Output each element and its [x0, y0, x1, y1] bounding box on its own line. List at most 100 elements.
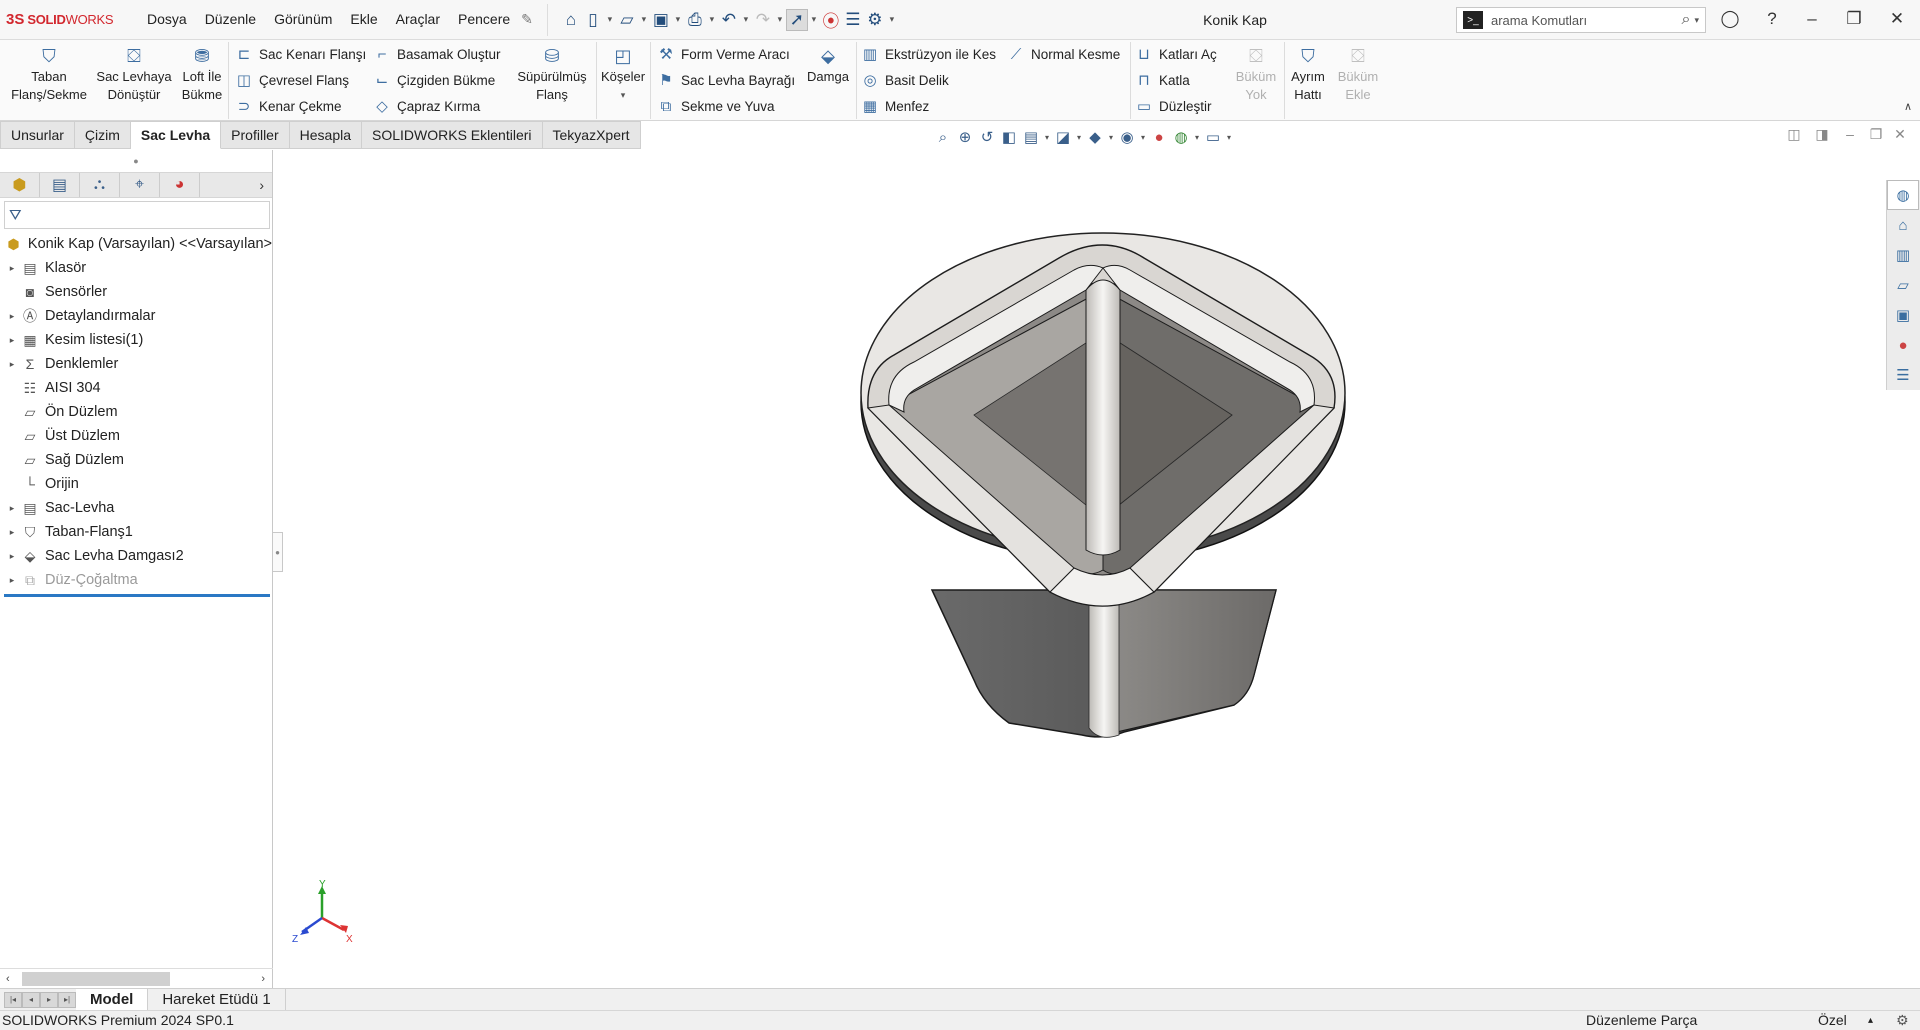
panel-grip-icon[interactable]: ●: [0, 150, 272, 172]
tab-hesapla[interactable]: Hesapla: [289, 121, 363, 149]
restore-window-icon[interactable]: ❐: [1842, 9, 1866, 29]
minimize-window-icon[interactable]: –: [1800, 9, 1824, 29]
tree-item-detaylandirmalar[interactable]: ▸ Ⓐ Detaylandırmalar: [0, 304, 272, 328]
file-explorer-icon[interactable]: ▱: [1887, 270, 1919, 300]
property-manager-tab-icon[interactable]: ▤: [40, 173, 80, 197]
last-tab-icon[interactable]: ▸|: [58, 991, 76, 1008]
tab-model[interactable]: Model: [76, 988, 149, 1011]
command-search-box[interactable]: >_ arama Komutları ⌕ ▾: [1456, 7, 1706, 33]
redo-dropdown-icon[interactable]: ▾: [774, 14, 786, 25]
graphics-area[interactable]: [274, 150, 1886, 988]
tree-item-sensorler[interactable]: ◙ Sensörler: [0, 280, 272, 304]
solidworks-logo[interactable]: 3S SOLIDWORKS: [0, 11, 138, 28]
expand-arrow-icon[interactable]: ▸: [4, 527, 20, 538]
view-orientation-dropdown-icon[interactable]: ▾: [1074, 133, 1084, 142]
zoom-to-area-icon[interactable]: ⊕: [954, 127, 976, 147]
miter-flange-button[interactable]: ◫ Çevresel Flanş: [234, 68, 349, 92]
menu-pencere[interactable]: Pencere: [449, 11, 519, 28]
convert-to-sheet-metal-button[interactable]: ⛋ Sac Levhaya Dönüştür: [92, 44, 176, 104]
panel-collapse-handle[interactable]: ●: [273, 532, 283, 572]
viewport-restore-icon[interactable]: ❐: [1866, 126, 1886, 143]
flatten-button[interactable]: ▭ Düzleştir: [1134, 94, 1212, 118]
vent-button[interactable]: ▦ Menfez: [860, 94, 929, 118]
insert-bends-button[interactable]: ⛋ Büküm Ekle: [1332, 44, 1384, 104]
home-icon[interactable]: ⌂: [1887, 210, 1919, 240]
corners-dropdown-icon[interactable]: ▾: [621, 86, 626, 104]
user-account-icon[interactable]: ◯: [1718, 9, 1742, 29]
scroll-right-icon[interactable]: ›: [261, 973, 265, 985]
custom-properties-icon[interactable]: ☰: [1887, 360, 1919, 390]
tree-item-duz-cogaltma[interactable]: ▸ ⧉ Düz-Çoğaltma: [0, 568, 272, 592]
viewport-close-icon[interactable]: ✕: [1890, 126, 1910, 143]
lofted-bend-button[interactable]: ⛃ Loft İle Bükme: [176, 44, 228, 104]
menu-ekle[interactable]: Ekle: [341, 11, 386, 28]
cross-break-button[interactable]: ◇ Çapraz Kırma: [372, 94, 480, 118]
rebuild-status-icon[interactable]: ⚙: [1896, 1012, 1909, 1029]
home-icon[interactable]: ⌂: [560, 9, 582, 31]
apply-scene-icon[interactable]: ◍: [1170, 127, 1192, 147]
fold-button[interactable]: ⊓ Katla: [1134, 68, 1190, 92]
search-dropdown-icon[interactable]: ▾: [1694, 15, 1699, 26]
options-dropdown-icon[interactable]: ▾: [886, 14, 898, 25]
redo-icon[interactable]: ↷: [752, 9, 774, 31]
no-bends-button[interactable]: ⛋ Büküm Yok: [1230, 44, 1282, 104]
view-orientation-icon[interactable]: ◪: [1052, 127, 1074, 147]
tree-item-orijin[interactable]: └ Orijin: [0, 472, 272, 496]
tree-item-kesim-listesi[interactable]: ▸ ▦ Kesim listesi(1): [0, 328, 272, 352]
new-document-icon[interactable]: ▯: [582, 9, 604, 31]
hem-button[interactable]: ⊃ Kenar Çekme: [234, 94, 342, 118]
horizontal-scrollbar[interactable]: ‹ ›: [0, 968, 273, 988]
swept-flange-button[interactable]: ⛁ Süpürülmüş Flanş: [512, 44, 592, 104]
display-style-icon[interactable]: ◆: [1084, 127, 1106, 147]
expand-arrow-icon[interactable]: ▸: [4, 359, 20, 370]
corners-button[interactable]: ◰ Köşeler ▾: [598, 44, 648, 104]
tree-item-on-duzlem[interactable]: ▱ Ön Düzlem: [0, 400, 272, 424]
split-view-right-icon[interactable]: ◨: [1812, 126, 1832, 143]
menu-duzenle[interactable]: Düzenle: [196, 11, 265, 28]
select-dropdown-icon[interactable]: ▾: [808, 14, 820, 25]
edit-appearance-icon[interactable]: ●: [1148, 127, 1170, 147]
split-view-left-icon[interactable]: ◫: [1784, 126, 1804, 143]
expand-arrow-icon[interactable]: ▸: [4, 263, 20, 274]
dynamic-annotation-icon[interactable]: ▤: [1020, 127, 1042, 147]
menu-dosya[interactable]: Dosya: [138, 11, 196, 28]
search-input[interactable]: arama Komutları: [1491, 13, 1682, 28]
scrollbar-thumb[interactable]: [22, 972, 170, 986]
design-library-icon[interactable]: ▥: [1887, 240, 1919, 270]
solidworks-resources-icon[interactable]: ◍: [1887, 180, 1919, 210]
select-pointer-icon[interactable]: ➚: [785, 8, 808, 31]
rollback-bar[interactable]: [4, 594, 270, 597]
view-settings-dropdown-icon[interactable]: ▾: [1224, 133, 1234, 142]
save-icon[interactable]: ▣: [650, 9, 672, 31]
status-units[interactable]: Özel: [1818, 1012, 1847, 1028]
tree-item-denklemler[interactable]: ▸ Σ Denklemler: [0, 352, 272, 376]
units-dropdown-icon[interactable]: ▴: [1868, 1015, 1873, 1026]
stamp-button[interactable]: ⬙ Damga: [800, 44, 856, 86]
sketched-bend-button[interactable]: ⌙ Çizgiden Bükme: [372, 68, 496, 92]
scene-dropdown-icon[interactable]: ▾: [1192, 133, 1202, 142]
rebuild-traffic-light-icon[interactable]: ⦿: [820, 9, 842, 31]
tab-sac-levha[interactable]: Sac Levha: [130, 121, 222, 149]
tab-cizim[interactable]: Çizim: [74, 121, 131, 149]
section-view-icon[interactable]: ◧: [998, 127, 1020, 147]
simple-hole-button[interactable]: ◎ Basit Delik: [860, 68, 948, 92]
expand-arrow-icon[interactable]: ▸: [4, 335, 20, 346]
tree-root-part[interactable]: ⬢ Konik Kap (Varsayılan) <<Varsayılan>: [0, 232, 272, 256]
tab-motion-study[interactable]: Hareket Etüdü 1: [148, 988, 286, 1011]
file-properties-icon[interactable]: ☰: [842, 9, 864, 31]
print-icon[interactable]: ⎙: [684, 9, 706, 31]
menu-gorunum[interactable]: Görünüm: [265, 11, 341, 28]
display-manager-tab-icon[interactable]: ◕: [160, 173, 200, 197]
close-window-icon[interactable]: ✕: [1885, 9, 1909, 29]
tree-item-ust-duzlem[interactable]: ▱ Üst Düzlem: [0, 424, 272, 448]
viewport-minimize-icon[interactable]: –: [1840, 126, 1860, 142]
previous-view-icon[interactable]: ↺: [976, 127, 998, 147]
help-icon[interactable]: ?: [1760, 9, 1784, 29]
previous-tab-icon[interactable]: ◂: [22, 991, 40, 1008]
hide-show-items-icon[interactable]: ◉: [1116, 127, 1138, 147]
print-dropdown-icon[interactable]: ▾: [706, 14, 718, 25]
view-settings-icon[interactable]: ▭: [1202, 127, 1224, 147]
tree-filter-field[interactable]: ⛛: [4, 201, 270, 229]
pin-icon[interactable]: ✎: [521, 11, 533, 28]
search-icon[interactable]: ⌕: [1682, 11, 1691, 29]
